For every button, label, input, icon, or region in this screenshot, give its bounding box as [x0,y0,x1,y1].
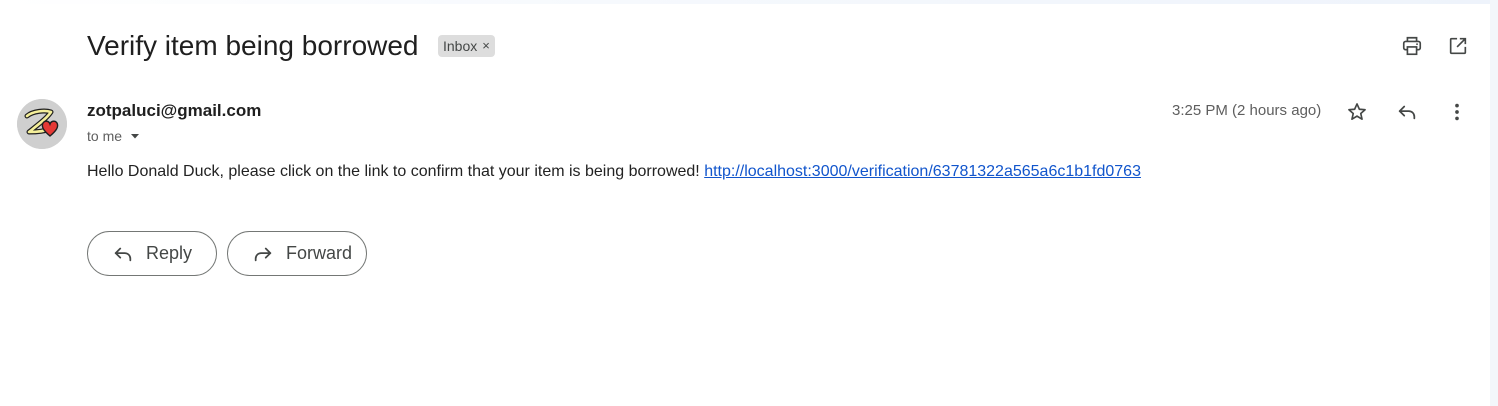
forward-icon [252,243,274,265]
email-body-text: Hello Donald Duck, please click on the l… [87,163,700,180]
forward-button[interactable]: Forward [227,231,367,276]
sender-avatar[interactable] [17,99,67,149]
sender-email[interactable]: zotpaluci@gmail.com [87,100,261,122]
recipient-line: to me [87,127,142,145]
star-icon [1348,103,1366,120]
print-icon [1402,36,1422,56]
more-options-button[interactable] [1441,96,1473,128]
reply-button-label: Reply [146,243,193,263]
star-button[interactable] [1341,96,1373,128]
reply-arrow-icon [112,243,134,265]
avatar-logo-image [17,99,67,149]
reply-icon [1398,105,1416,120]
reply-icon-button[interactable] [1391,96,1423,128]
chevron-down-icon [131,134,140,139]
email-timestamp: 3:25 PM (2 hours ago) [1172,102,1322,119]
recipient-text: to me [87,128,123,144]
recipient-details-toggle[interactable] [128,129,142,143]
open-in-new-window-button[interactable] [1442,30,1474,62]
print-button[interactable] [1396,30,1428,62]
remove-label-icon[interactable]: × [482,35,490,57]
open-in-new-window-icon [1449,37,1467,55]
scrollbar-track[interactable] [1490,0,1498,406]
forward-button-label: Forward [286,243,353,263]
verification-link[interactable]: http://localhost:3000/verification/63781… [704,163,1141,180]
inbox-label-text: Inbox [443,38,478,54]
more-vertical-icon [1455,103,1459,121]
email-body: Hello Donald Duck, please click on the l… [87,162,1141,182]
reply-button[interactable]: Reply [87,231,217,276]
email-subject: Verify item being borrowed [87,30,419,61]
top-edge-strip [0,0,1498,4]
inbox-label-chip[interactable]: Inbox × [438,35,495,57]
